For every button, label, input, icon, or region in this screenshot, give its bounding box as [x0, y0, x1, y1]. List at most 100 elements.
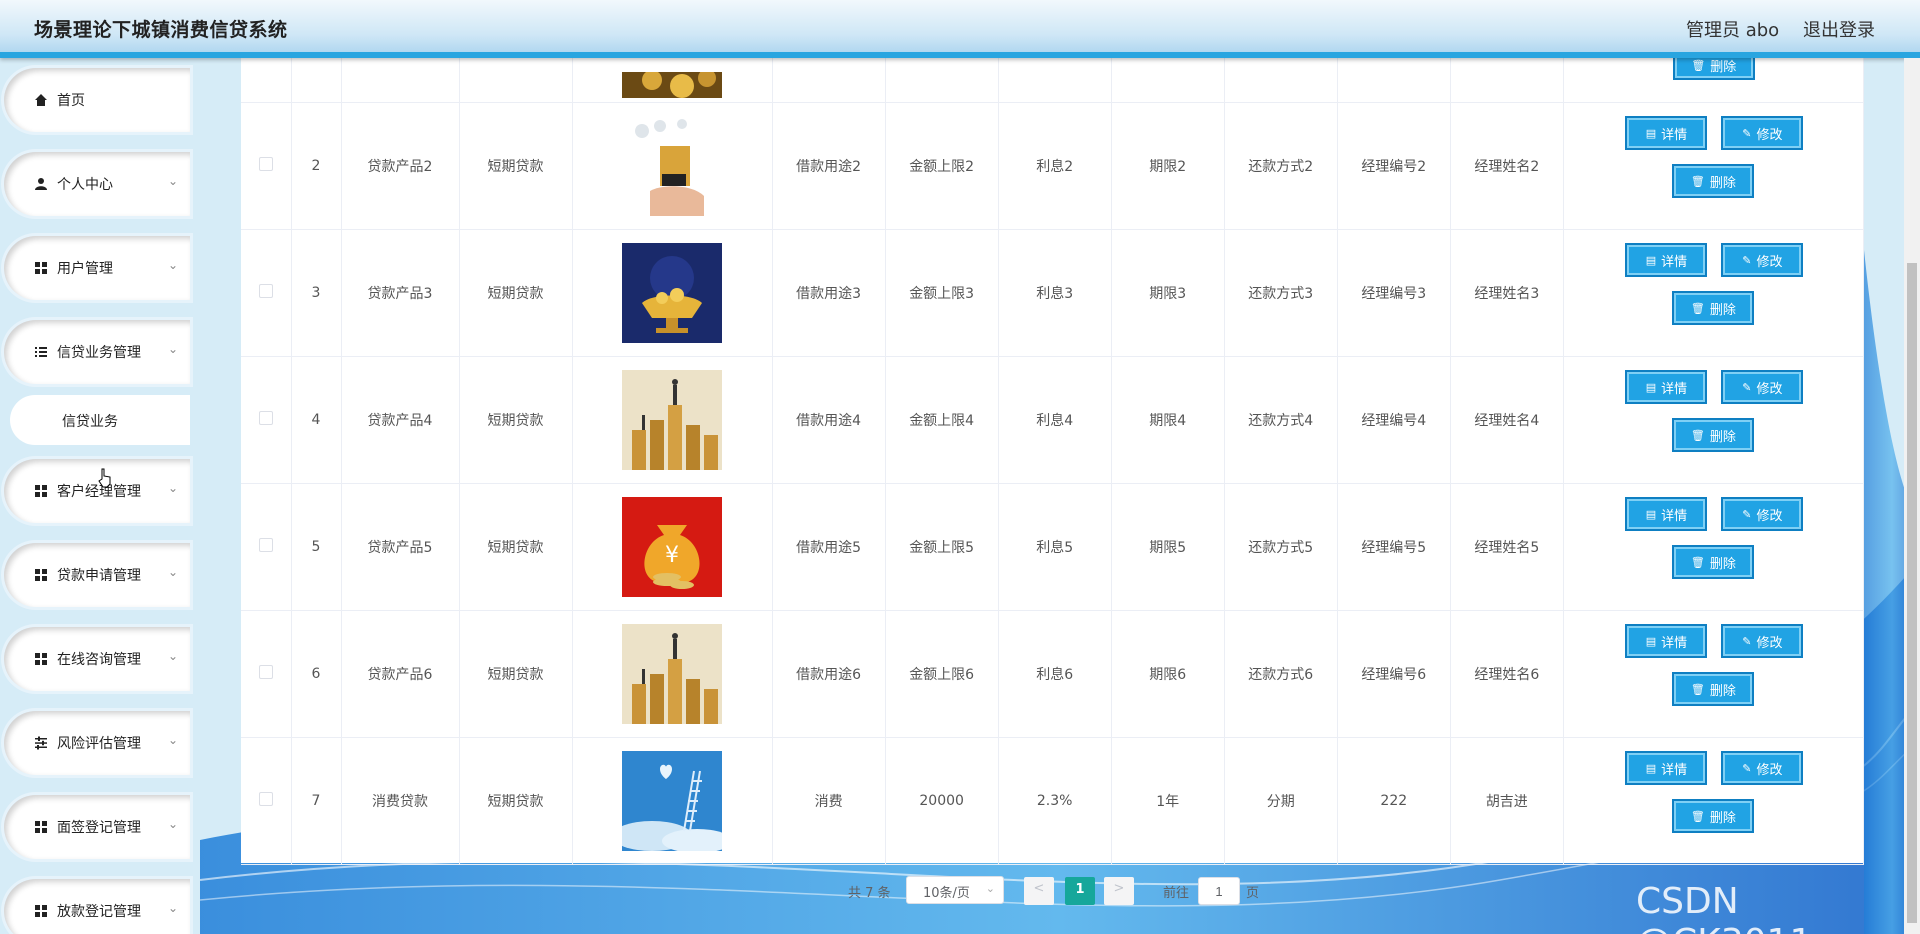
row-checkbox[interactable] [258, 792, 273, 806]
page-size-select[interactable]: 10条/页 ⌄ [906, 876, 1004, 904]
detail-button[interactable]: ▤ 详情 [1625, 751, 1708, 785]
sidebar-item-user-management[interactable]: 用户管理 ⌄ [4, 236, 190, 300]
admin-label: 管理员 abo [1686, 20, 1780, 41]
edit-button[interactable]: ✎ 修改 [1721, 751, 1804, 785]
detail-button[interactable]: ▤ 详情 [1625, 116, 1708, 150]
app-title: 场景理论下城镇消费信贷系统 [34, 19, 288, 41]
row-actions: ▤ 详情 ✎ 修改 🗑 删除 [1623, 497, 1804, 597]
sidebar-subitem-label: 信贷业务 [62, 414, 118, 430]
detail-button[interactable]: ▤ 详情 [1625, 624, 1708, 658]
cell-manager-name: 经理姓名3 [1474, 286, 1540, 302]
page-scrollbar[interactable] [1904, 58, 1920, 934]
row-checkbox[interactable] [258, 538, 273, 552]
sidebar-item-account-manager[interactable]: 客户经理管理 ⌄ [4, 459, 190, 523]
sidebar-subitem-credit-business[interactable]: 信贷业务 [10, 395, 190, 445]
cell-limit: 金额上限6 [909, 667, 975, 683]
cell-limit: 金额上限4 [909, 413, 975, 429]
grid-icon [35, 653, 47, 665]
cell-interest: 利息3 [1036, 286, 1074, 302]
cell-repay: 还款方式2 [1248, 159, 1314, 175]
product-image [622, 751, 723, 851]
prev-page-button[interactable]: < [1024, 877, 1054, 905]
chevron-down-icon: ⌄ [167, 174, 178, 188]
cell-manager-no: 经理编号3 [1361, 286, 1427, 302]
sidebar-item-credit-business[interactable]: 信贷业务管理 ⌄ [4, 320, 190, 384]
row-checkbox[interactable] [258, 665, 273, 679]
sidebar-item-home[interactable]: 首页 [4, 68, 190, 132]
sidebar-item-risk-assessment[interactable]: 风险评估管理 ⌄ [4, 711, 190, 775]
pencil-icon: ✎ [1742, 126, 1752, 140]
delete-button[interactable]: 🗑 删除 [1672, 291, 1755, 325]
cell-term: 期限3 [1149, 286, 1187, 302]
sidebar-item-label: 风险评估管理 [57, 736, 141, 752]
row-actions: ▤ 详情 ✎ 修改 🗑 删除 [1623, 243, 1804, 343]
cell-no: 6 [311, 666, 321, 682]
row-checkbox[interactable] [258, 411, 273, 425]
pagination-total: 共 7 条 [848, 886, 891, 901]
sidebar-item-label: 用户管理 [57, 261, 113, 277]
table-row: 4 贷款产品4 短期贷款 借款用途4 金额上限4 利息4 期限4 还款方式4 经理编号4 经理姓名… [241, 356, 1865, 484]
row-actions: ▤ 详情 ✎ 修改 🗑 删除 [1623, 370, 1804, 470]
pencil-icon: ✎ [1742, 380, 1752, 394]
sidebar-item-signing-registration[interactable]: 面签登记管理 ⌄ [4, 795, 190, 859]
cell-repay: 还款方式6 [1248, 667, 1314, 683]
detail-button[interactable]: ▤ 详情 [1625, 497, 1708, 531]
trash-icon: 🗑 [1690, 555, 1705, 569]
sidebar-item-label: 贷款申请管理 [57, 568, 141, 584]
table-row: 🗑 删除 [241, 50, 1865, 103]
edit-button[interactable]: ✎ 修改 [1721, 243, 1804, 277]
goto-page-input[interactable] [1198, 877, 1240, 905]
trash-icon: 🗑 [1691, 58, 1706, 72]
cell-term: 期限5 [1149, 540, 1187, 556]
chevron-down-icon: ⌄ [167, 481, 178, 495]
loan-products-table: 🗑 删除 2 贷款产品2 短期贷款 借款用途2 金额上限2 利息2 期限2 还款方式2 经理编号… [241, 50, 1865, 865]
delete-button[interactable]: 🗑 删除 [1672, 545, 1755, 579]
product-image [622, 72, 723, 98]
scrollbar-thumb[interactable] [1907, 263, 1917, 923]
chevron-down-icon: ⌄ [167, 733, 178, 747]
page-number-current[interactable]: 1 [1065, 877, 1095, 905]
edit-button[interactable]: ✎ 修改 [1721, 116, 1804, 150]
cell-type: 短期贷款 [487, 286, 544, 302]
delete-button[interactable]: 🗑 删除 [1672, 799, 1755, 833]
mouse-cursor-icon [98, 468, 111, 488]
cell-manager-name: 经理姓名2 [1474, 159, 1540, 175]
cell-repay: 还款方式4 [1248, 413, 1314, 429]
trash-icon: 🗑 [1690, 174, 1705, 188]
delete-button[interactable]: 🗑 删除 [1672, 672, 1755, 706]
cell-manager-no: 经理编号2 [1361, 159, 1427, 175]
cell-limit: 金额上限5 [909, 540, 975, 556]
chevron-down-icon: ⌄ [167, 649, 178, 663]
logout-link[interactable]: 退出登录 [1803, 16, 1875, 42]
document-icon: ▤ [1645, 126, 1657, 140]
row-actions: ▤ 详情 ✎ 修改 🗑 删除 [1623, 116, 1804, 216]
edit-button[interactable]: ✎ 修改 [1721, 624, 1804, 658]
sidebar-item-personal-center[interactable]: 个人中心 ⌄ [4, 152, 190, 216]
row-checkbox[interactable] [258, 284, 273, 298]
delete-button[interactable]: 🗑 删除 [1672, 418, 1755, 452]
cell-term: 期限4 [1149, 413, 1187, 429]
cell-interest: 利息6 [1036, 667, 1074, 683]
cell-purpose: 借款用途3 [796, 286, 862, 302]
chevron-down-icon: ⌄ [985, 882, 995, 895]
goto-unit: 页 [1246, 886, 1260, 901]
data-table-panel: 🗑 删除 2 贷款产品2 短期贷款 借款用途2 金额上限2 利息2 期限2 还款方式2 经理编号… [241, 50, 1865, 865]
cell-repay: 还款方式5 [1248, 540, 1314, 556]
chevron-down-icon: ⌄ [167, 258, 178, 272]
document-icon: ▤ [1645, 380, 1657, 394]
goto-label: 前往 [1163, 886, 1190, 901]
pagination: 共 7 条 10条/页 ⌄ < 1 > 前往 页 [0, 876, 1920, 906]
sidebar-item-online-consult[interactable]: 在线咨询管理 ⌄ [4, 627, 190, 691]
sidebar-item-loan-application[interactable]: 贷款申请管理 ⌄ [4, 543, 190, 607]
trash-icon: 🗑 [1690, 428, 1705, 442]
next-page-button[interactable]: > [1104, 877, 1134, 905]
delete-button[interactable]: 🗑 删除 [1672, 164, 1755, 198]
cell-manager-no: 经理编号6 [1361, 667, 1427, 683]
row-checkbox[interactable] [258, 157, 273, 171]
edit-button[interactable]: ✎ 修改 [1721, 497, 1804, 531]
detail-button[interactable]: ▤ 详情 [1625, 243, 1708, 277]
edit-button[interactable]: ✎ 修改 [1721, 370, 1804, 404]
detail-button[interactable]: ▤ 详情 [1625, 370, 1708, 404]
cell-purpose: 借款用途4 [796, 413, 862, 429]
cell-no: 3 [311, 285, 321, 301]
